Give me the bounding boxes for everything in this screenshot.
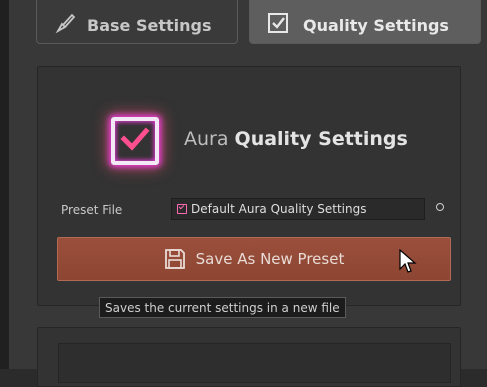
page-title: Aura Quality Settings	[184, 128, 408, 150]
title-main: Quality Settings	[234, 128, 408, 150]
tab-base-settings-label: Base Settings	[87, 15, 212, 35]
floppy-disk-icon	[164, 249, 185, 269]
tab-quality-settings[interactable]: Quality Settings	[249, 0, 481, 44]
brush-icon	[55, 0, 77, 38]
save-button-label: Save As New Preset	[195, 250, 345, 268]
tooltip-text: Saves the current settings in a new file	[105, 300, 340, 315]
tab-quality-settings-label: Quality Settings	[303, 15, 449, 35]
preset-asset-icon	[177, 204, 187, 214]
tab-base-settings[interactable]: Base Settings	[36, 0, 238, 44]
object-picker-icon[interactable]	[436, 203, 444, 211]
inspector-left-edge	[0, 0, 9, 369]
tooltip: Saves the current settings in a new file	[99, 297, 346, 318]
checkbox-logo-icon	[111, 117, 159, 165]
title-prefix: Aura	[184, 128, 229, 150]
next-section-content	[58, 343, 451, 383]
mouse-cursor-icon	[399, 249, 417, 273]
preset-file-field[interactable]: Default Aura Quality Settings	[171, 198, 425, 220]
checkbox-icon	[267, 0, 291, 38]
preset-file-label: Preset File	[61, 203, 123, 217]
save-as-new-preset-button[interactable]: Save As New Preset	[57, 237, 451, 281]
preset-file-value: Default Aura Quality Settings	[191, 202, 367, 216]
